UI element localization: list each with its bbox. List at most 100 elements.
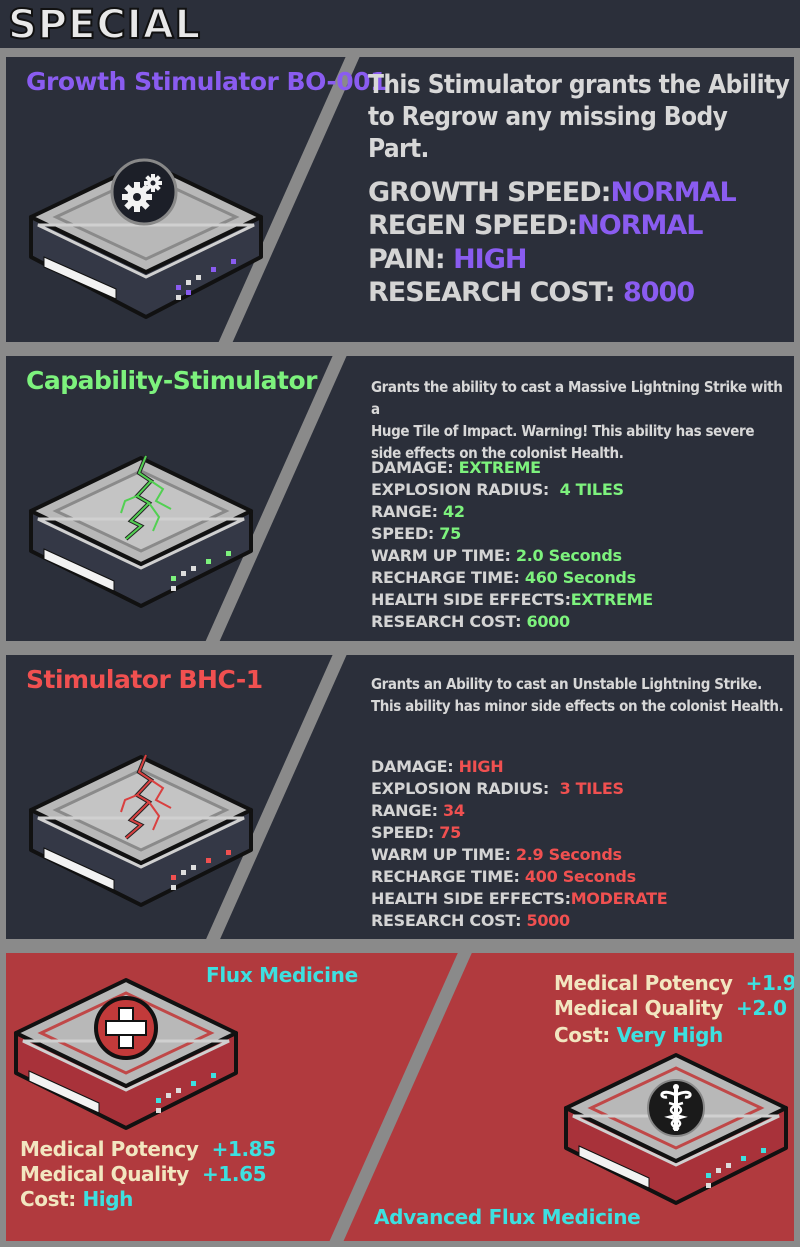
stat-label: RESEARCH COST: <box>371 911 522 930</box>
stat-label: Medical Potency <box>554 971 733 995</box>
stat-value: NORMAL <box>610 177 736 208</box>
stat-research-cost: RESEARCH COST: 6000 <box>371 612 570 631</box>
stat-label: HEALTH SIDE EFFECTS: <box>371 590 571 609</box>
stat-label: SPEED: <box>371 524 434 543</box>
description-line: This Stimulator grants the Ability <box>368 70 790 100</box>
stat-value: EXTREME <box>570 590 653 609</box>
stat-value: +2.0 <box>736 996 787 1020</box>
stat-health-side-effects: HEALTH SIDE EFFECTS:MODERATE <box>371 889 668 908</box>
stat-explosion-radius: EXPLOSION RADIUS: 4 TILES <box>371 480 624 499</box>
stat-value: 75 <box>439 524 461 543</box>
stat-label: EXPLOSION RADIUS: <box>371 779 550 798</box>
stat-research-cost: RESEARCH COST: 8000 <box>368 277 695 308</box>
stat-value: HIGH <box>453 244 527 275</box>
stat-range: RANGE: 42 <box>371 502 465 521</box>
stat-value: 2.9 Seconds <box>515 845 622 864</box>
stat-damage: DAMAGE: EXTREME <box>371 458 541 477</box>
stat-medical-quality: Medical Quality +2.0 <box>554 996 787 1020</box>
stat-value: +1.65 <box>202 1162 267 1186</box>
stat-warm-up-time: WARM UP TIME: 2.9 Seconds <box>371 845 622 864</box>
stat-value: High <box>82 1187 134 1211</box>
stat-value: EXTREME <box>458 458 541 477</box>
stat-warm-up-time: WARM UP TIME: 2.0 Seconds <box>371 546 622 565</box>
stat-label: Cost: <box>554 1023 610 1047</box>
stat-explosion-radius: EXPLOSION RADIUS: 3 TILES <box>371 779 624 798</box>
item-panel-capability-stimulator: Capability-Stimulator Grants the ability… <box>6 356 794 641</box>
item-description: This Stimulator grants the Ability to Re… <box>368 69 794 165</box>
stat-regen-speed: REGEN SPEED:NORMAL <box>368 210 703 241</box>
stat-speed: SPEED: 75 <box>371 823 461 842</box>
description-line: to Regrow any missing Body Part. <box>368 102 728 164</box>
stat-growth-speed: GROWTH SPEED:NORMAL <box>368 177 737 208</box>
stat-range: RANGE: 34 <box>371 801 465 820</box>
stat-label: PAIN: <box>368 244 446 275</box>
stat-label: HEALTH SIDE EFFECTS: <box>371 889 571 908</box>
stat-label: WARM UP TIME: <box>371 845 511 864</box>
stat-health-side-effects: HEALTH SIDE EFFECTS:EXTREME <box>371 590 653 609</box>
stat-value: 5000 <box>526 911 571 930</box>
stat-label: SPEED: <box>371 823 434 842</box>
stat-value: 3 TILES <box>559 779 624 798</box>
stat-value: 42 <box>443 502 465 521</box>
stat-label: Medical Potency <box>20 1137 199 1161</box>
stat-label: Medical Quality <box>20 1162 189 1186</box>
item-panel-growth-stimulator: Growth Stimulator BO-001 This Stimulator… <box>6 57 794 342</box>
description-line: This ability has minor side effects on t… <box>371 697 784 715</box>
description-line: Huge Tile of Impact. Warning! This abili… <box>371 422 755 440</box>
stat-value: +1.85 <box>211 1137 277 1161</box>
panel-divider <box>319 953 477 1241</box>
stat-label: GROWTH SPEED: <box>368 177 611 208</box>
stat-value: +1.95 <box>745 971 794 995</box>
stat-label: DAMAGE: <box>371 458 454 477</box>
stat-label: RANGE: <box>371 801 438 820</box>
item-name: Stimulator BHC-1 <box>26 665 263 694</box>
stat-label: WARM UP TIME: <box>371 546 511 565</box>
medicine-name: Advanced Flux Medicine <box>374 1205 641 1229</box>
description-line: Grants an Ability to cast an Unstable Li… <box>371 675 762 693</box>
stat-label: EXPLOSION RADIUS: <box>371 480 550 499</box>
caduceus-icon <box>647 1079 705 1137</box>
stat-value: 400 Seconds <box>524 867 636 886</box>
description-line: Grants the ability to cast a Massive Lig… <box>371 378 783 418</box>
stat-cost: Cost: High <box>20 1187 133 1211</box>
stat-label: Cost: <box>20 1187 76 1211</box>
stat-label: RESEARCH COST: <box>371 612 522 631</box>
stat-value: 4 TILES <box>559 480 624 499</box>
stat-medical-potency: Medical Potency +1.95 <box>554 971 794 995</box>
page-title: SPECIAL <box>7 1 202 49</box>
stat-cost: Cost: Very High <box>554 1023 723 1047</box>
stat-pain: PAIN: HIGH <box>368 244 527 275</box>
stat-value: 460 Seconds <box>524 568 636 587</box>
stat-recharge-time: RECHARGE TIME: 400 Seconds <box>371 867 636 886</box>
gears-icon <box>110 158 178 226</box>
stat-label: RANGE: <box>371 502 438 521</box>
stat-label: RECHARGE TIME: <box>371 568 520 587</box>
stat-speed: SPEED: 75 <box>371 524 461 543</box>
stat-value: 2.0 Seconds <box>515 546 622 565</box>
item-name: Capability-Stimulator <box>26 366 317 395</box>
stat-label: RECHARGE TIME: <box>371 867 520 886</box>
stat-medical-potency: Medical Potency +1.85 <box>20 1137 276 1161</box>
lightning-icon <box>120 754 172 840</box>
item-description: Grants an Ability to cast an Unstable Li… <box>371 673 784 717</box>
stat-damage: DAMAGE: HIGH <box>371 757 504 776</box>
item-name: Growth Stimulator BO-001 <box>26 67 387 96</box>
stat-label: RESEARCH COST: <box>368 277 616 308</box>
stat-label: REGEN SPEED: <box>368 210 578 241</box>
stat-value: NORMAL <box>577 210 703 241</box>
item-description: Grants the ability to cast a Massive Lig… <box>371 376 794 464</box>
stat-research-cost: RESEARCH COST: 5000 <box>371 911 570 930</box>
medicine-panel: Flux Medicine Medical Potency +1.85 Medi… <box>6 953 794 1241</box>
stat-value: 6000 <box>526 612 571 631</box>
item-panel-stimulator-bhc-1: Stimulator BHC-1 Grants an Ability to ca… <box>6 655 794 939</box>
stat-value: 34 <box>443 801 465 820</box>
stat-label: DAMAGE: <box>371 757 454 776</box>
stat-value: HIGH <box>458 757 504 776</box>
stat-value: 8000 <box>622 277 695 308</box>
stat-value: MODERATE <box>570 889 668 908</box>
stat-label: Medical Quality <box>554 996 723 1020</box>
stat-recharge-time: RECHARGE TIME: 460 Seconds <box>371 568 636 587</box>
stat-value: 75 <box>439 823 461 842</box>
stat-value: Very High <box>616 1023 723 1047</box>
lightning-icon <box>120 455 172 541</box>
